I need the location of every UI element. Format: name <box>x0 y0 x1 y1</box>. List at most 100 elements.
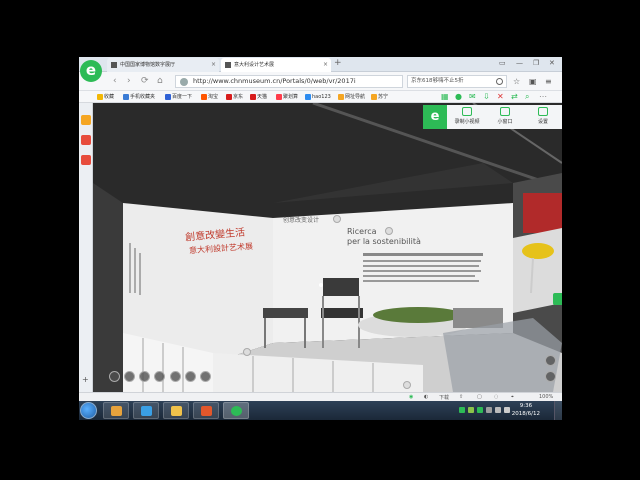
tab-italian-design[interactable]: 意大利设计艺术展 × <box>221 58 331 72</box>
taobao-icon <box>201 94 207 100</box>
taskbar-app-media[interactable] <box>133 402 159 419</box>
side-panel-toggle[interactable] <box>553 293 562 305</box>
vr-zoom-icon[interactable] <box>154 371 165 382</box>
taskbar-app-powerpoint[interactable] <box>193 402 219 419</box>
vr-autoplay-icon[interactable] <box>124 371 135 382</box>
tray-flag-icon[interactable] <box>504 407 510 413</box>
vr-info-icon[interactable] <box>545 355 556 366</box>
url-text: http://www.chnmuseum.cn/Portals/0/web/vr… <box>193 77 356 85</box>
bookmark-item[interactable]: 百度一下 <box>165 92 192 102</box>
hotspot-marker[interactable] <box>243 348 251 356</box>
sidebar-collect-icon[interactable] <box>81 115 91 125</box>
green-app-icon[interactable]: ● <box>455 92 462 101</box>
new-tab-button[interactable]: + <box>334 58 342 68</box>
tab-favicon-icon <box>225 62 231 68</box>
toolbar-logo[interactable]: e <box>423 105 447 129</box>
mail-icon[interactable]: ✉ <box>469 92 476 101</box>
settings-label: 设置 <box>537 119 548 125</box>
media-player-icon <box>141 406 152 416</box>
share-icon[interactable]: ⇄ <box>511 92 518 101</box>
favorites-icon[interactable]: ☆ <box>513 77 520 86</box>
panel-subtitle: per la sostenibilità <box>347 237 421 246</box>
vr-fullscreen-icon[interactable] <box>185 371 196 382</box>
status-icon[interactable]: ⌖ <box>511 394 514 400</box>
taskbar-app-explorer[interactable] <box>163 402 189 419</box>
more-icon[interactable]: ⋯ <box>539 92 547 101</box>
tab-close-icon[interactable]: × <box>211 58 216 72</box>
tab-close-icon[interactable]: × <box>323 58 328 72</box>
sidebar-app-icon[interactable] <box>81 155 91 165</box>
download-label[interactable]: 下载 <box>439 394 449 401</box>
vr-location-icon[interactable] <box>545 371 556 382</box>
bookmark-label: 收藏 <box>104 94 115 100</box>
clock[interactable]: 9:36 2018/6/12 <box>512 402 540 418</box>
vr-camera-icon[interactable] <box>200 371 211 382</box>
browser-logo[interactable]: e <box>80 60 102 82</box>
refresh-button[interactable]: ⟳ <box>141 76 149 86</box>
status-icon[interactable]: ◐ <box>424 394 428 400</box>
status-icon[interactable]: ⇧ <box>459 394 463 400</box>
bookmark-item[interactable]: 京东 <box>226 92 243 102</box>
bookmark-item[interactable]: 收藏 <box>97 92 114 102</box>
left-sidebar: + <box>79 103 93 392</box>
download-icon[interactable]: ⇩ <box>483 92 490 101</box>
search-placeholder: 京东618够嗨不止5折 <box>411 78 464 84</box>
menu-icon[interactable]: ≡ <box>545 77 552 86</box>
tab-museum-hall[interactable]: 中国国家博物馆数字展厅 × <box>107 58 219 72</box>
bookmark-item[interactable]: 聚划算 <box>276 92 298 102</box>
status-icon[interactable]: ◌ <box>494 394 498 400</box>
hotspot-marker[interactable] <box>403 381 411 389</box>
games-icon <box>111 406 122 416</box>
search-icon[interactable] <box>496 78 503 85</box>
tray-app-icon[interactable] <box>477 407 483 413</box>
bookmark-label: 天猫 <box>257 94 268 100</box>
vr-prev-icon[interactable] <box>109 371 120 382</box>
extensions-icon[interactable]: ▣ <box>529 77 537 86</box>
sidebar-weibo-icon[interactable] <box>81 135 91 145</box>
bookmark-item[interactable]: 苏宁 <box>371 92 388 102</box>
vr-exhibition-view[interactable]: 創意改變生活 意大利設計艺术展 创意改变设计 Ricerca per la so… <box>93 103 562 392</box>
start-button[interactable] <box>80 402 97 419</box>
tray-app-icon[interactable] <box>468 407 474 413</box>
minimize-button[interactable]: — <box>516 59 523 67</box>
bookmark-item[interactable]: 网址导航 <box>338 92 365 102</box>
taskbar-app-browser[interactable] <box>223 402 249 419</box>
bookmark-item[interactable]: 淘宝 <box>201 92 218 102</box>
search-input[interactable]: 京东618够嗨不止5折 <box>407 75 507 88</box>
window-skin-button[interactable]: ▭ <box>499 59 506 67</box>
settings-button[interactable]: 设置 <box>527 107 559 125</box>
bookmark-item[interactable]: 天猫 <box>250 92 267 102</box>
maximize-button[interactable]: ❐ <box>533 59 539 67</box>
small-window-button[interactable]: 小窗口 <box>489 107 521 125</box>
close-sidebar-icon[interactable]: ✕ <box>497 92 504 101</box>
status-bar: ◉ ◐ 下载 ⇧ ▢ ◌ ⌖ 100% <box>79 392 562 401</box>
status-icon[interactable]: ▢ <box>477 394 482 400</box>
vr-map-icon[interactable] <box>139 371 150 382</box>
close-window-button[interactable]: ✕ <box>549 59 555 67</box>
sidebar-add-icon[interactable]: + <box>82 375 89 384</box>
status-icon[interactable]: ◉ <box>409 394 413 400</box>
zoom-search-icon[interactable]: ⌕ <box>525 92 529 102</box>
grid-icon[interactable]: ▦ <box>441 92 449 101</box>
record-video-button[interactable]: 录制小视频 <box>451 107 483 125</box>
tray-app-icon[interactable] <box>459 407 465 413</box>
show-desktop-button[interactable] <box>554 401 562 420</box>
hotspot-marker[interactable] <box>333 215 341 223</box>
hotspot-marker[interactable] <box>385 227 393 235</box>
vr-play-icon[interactable] <box>170 371 181 382</box>
folder-icon <box>171 406 182 416</box>
url-input[interactable]: http://www.chnmuseum.cn/Portals/0/web/vr… <box>175 75 403 88</box>
forward-button[interactable]: › <box>127 76 131 86</box>
powerpoint-icon <box>201 406 212 416</box>
tray-volume-icon[interactable] <box>495 407 501 413</box>
tray-network-icon[interactable] <box>486 407 492 413</box>
zoom-level[interactable]: 100% <box>539 394 553 400</box>
bookmark-item[interactable]: 手机收藏夹 <box>123 92 155 102</box>
back-button[interactable]: ‹ <box>113 76 117 86</box>
video-icon <box>462 107 472 116</box>
small-window-icon <box>500 107 510 116</box>
juhuasuan-icon <box>276 94 282 100</box>
taskbar-app-games[interactable] <box>103 402 129 419</box>
bookmark-item[interactable]: hao123 <box>305 92 331 102</box>
home-button[interactable]: ⌂ <box>157 76 163 86</box>
